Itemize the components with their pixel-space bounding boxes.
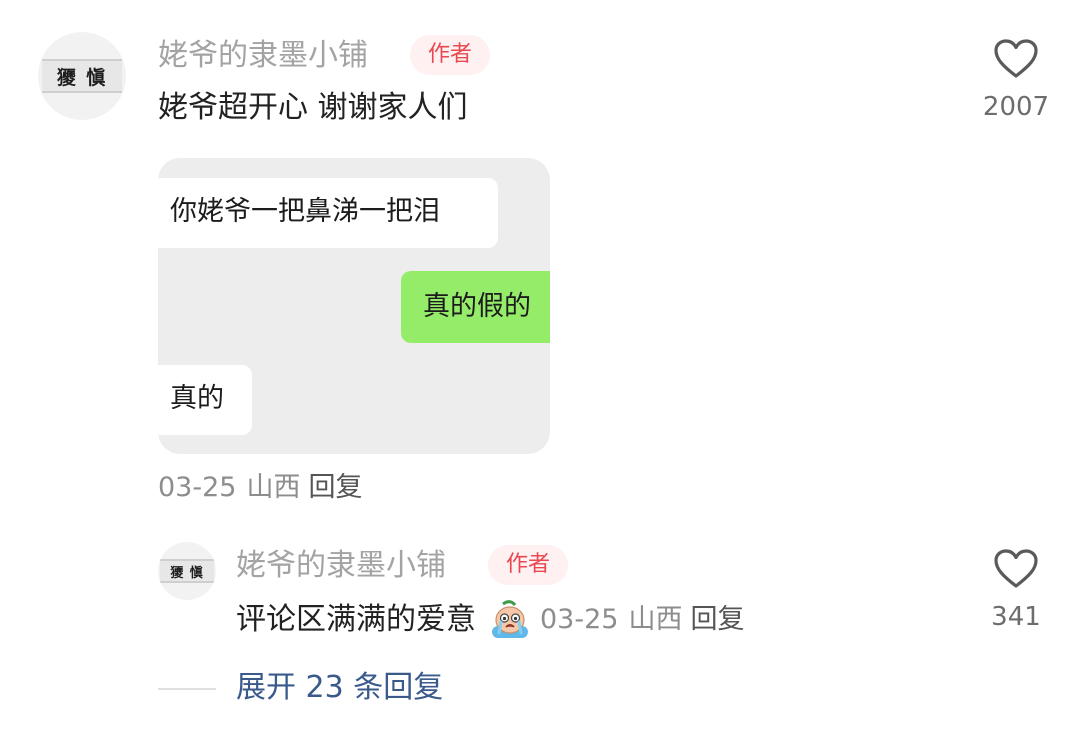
avatar-seal-text: 獿 愼 — [56, 66, 108, 89]
comment-like-button[interactable]: 2007 — [978, 38, 1054, 124]
chat-bubble-text: 真的 — [170, 383, 224, 414]
heart-outline-icon — [994, 549, 1038, 588]
chat-bubble-right: 真的假的 — [401, 271, 550, 343]
reply-text-line: 评论区满满的爱意 03-25 山西 回复 — [236, 600, 744, 640]
chat-bubble-left: 你姥爷一把鼻涕一把泪 — [158, 178, 498, 248]
reply-meta: 03-25 山西 回复 — [540, 602, 744, 638]
comment-like-count: 2007 — [982, 92, 1050, 122]
chat-bubble-text: 真的假的 — [423, 291, 531, 322]
reply-avatar[interactable]: 獿 愼 — [158, 542, 216, 600]
comment-meta: 03-25 山西 回复 — [158, 470, 362, 506]
avatar-seal-image: 獿 愼 — [160, 559, 214, 583]
avatar-seal-text: 獿 愼 — [170, 565, 204, 581]
avatar-seal-image: 獿 愼 — [42, 59, 122, 93]
reply-reply-button[interactable]: 回复 — [690, 604, 744, 635]
crying-face-emoji-icon — [488, 600, 532, 640]
chat-bubble-text: 你姥爷一把鼻涕一把泪 — [170, 196, 440, 227]
reply-date: 03-25 — [540, 604, 619, 635]
expand-divider — [158, 688, 216, 690]
comment-reply-button[interactable]: 回复 — [308, 472, 362, 503]
comment-location: 山西 — [246, 472, 301, 503]
author-badge: 作者 — [410, 35, 491, 75]
reply-location: 山西 — [628, 604, 683, 635]
heart-outline-icon — [994, 39, 1038, 78]
avatar[interactable]: 獿 愼 — [38, 32, 126, 120]
comment-username[interactable]: 姥爷的隶墨小铺 — [158, 36, 368, 76]
comment-date: 03-25 — [158, 472, 237, 503]
reply-author-badge: 作者 — [488, 545, 569, 585]
chat-bubble-left: 真的 — [158, 365, 252, 435]
reply-username[interactable]: 姥爷的隶墨小铺 — [236, 546, 446, 586]
comment-text: 姥爷超开心 谢谢家人们 — [158, 90, 468, 125]
reply-text: 评论区满满的爱意 — [236, 602, 476, 637]
reply-like-count: 341 — [991, 602, 1041, 632]
comment-image-chat-screenshot[interactable]: 你姥爷一把鼻涕一把泪 真的假的 真的 — [158, 158, 550, 454]
expand-replies-button[interactable]: 展开 23 条回复 — [236, 668, 443, 708]
reply-like-button[interactable]: 341 — [978, 548, 1054, 634]
